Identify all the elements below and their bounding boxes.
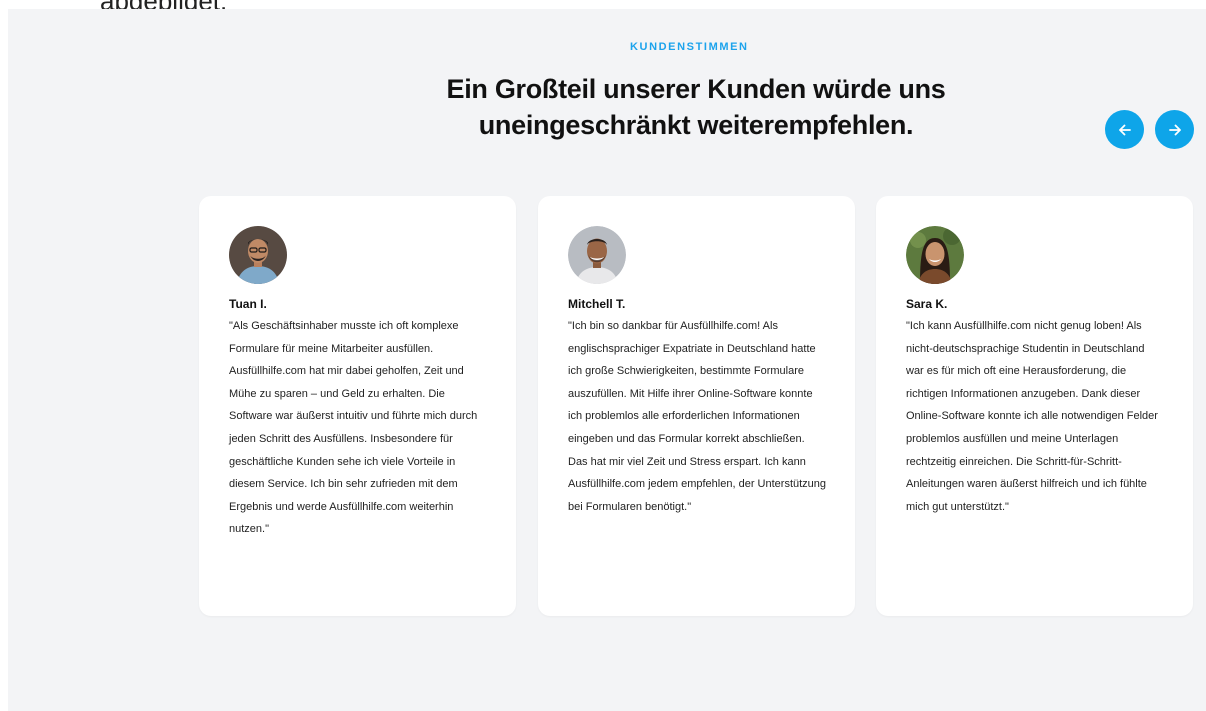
arrow-right-icon (1168, 124, 1181, 135)
arrow-left-icon (1118, 124, 1131, 135)
testimonial-name: Tuan I. (229, 297, 267, 311)
testimonials-section: KUNDENSTIMMEN Ein Großteil unserer Kunde… (8, 9, 1206, 711)
testimonial-name: Mitchell T. (568, 297, 626, 311)
testimonial-card: Tuan I. "Als Geschäftsinhaber musste ich… (199, 196, 516, 616)
testimonial-card: Mitchell T. "Ich bin so dankbar für Ausf… (538, 196, 855, 616)
carousel-next-button[interactable] (1155, 110, 1194, 149)
testimonial-name: Sara K. (906, 297, 948, 311)
avatar (906, 226, 964, 284)
section-headline: Ein Großteil unserer Kunden würde uns un… (446, 74, 946, 140)
testimonial-quote: "Ich bin so dankbar für Ausfüllhilfe.com… (568, 320, 827, 513)
section-eyebrow: KUNDENSTIMMEN (630, 41, 749, 53)
testimonial-quote: "Ich kann Ausfüllhilfe.com nicht genug l… (906, 320, 1158, 513)
avatar (568, 226, 626, 284)
testimonial-card: Sara K. "Ich kann Ausfüllhilfe.com nicht… (876, 196, 1193, 616)
carousel-prev-button[interactable] (1105, 110, 1144, 149)
avatar (229, 226, 287, 284)
testimonial-quote: "Als Geschäftsinhaber musste ich oft kom… (229, 320, 478, 536)
